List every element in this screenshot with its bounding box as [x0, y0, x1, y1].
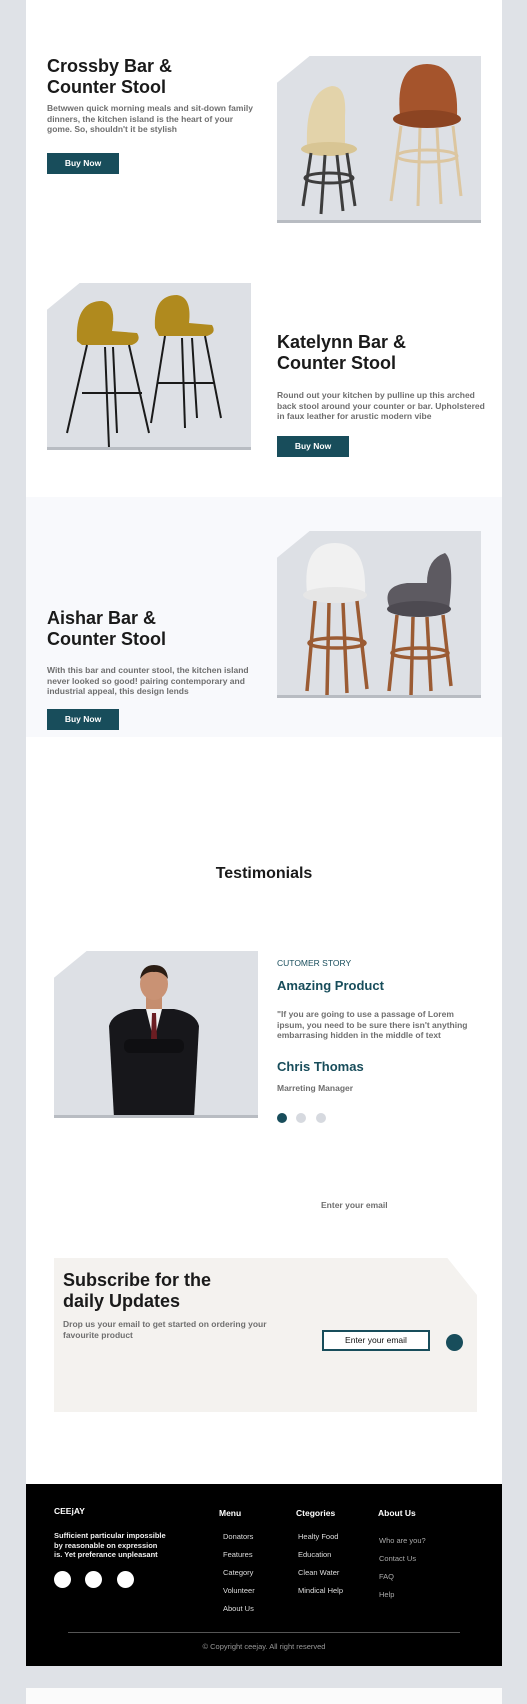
footer-cat-mindical-help[interactable]: Mindical Help [298, 1586, 343, 1595]
footer: CEEjAY Sufficient particular impossible … [26, 1484, 502, 1666]
testimonials-heading: Testimonials [215, 865, 313, 882]
product-description: Round out your kitchen by pulline up thi… [277, 390, 485, 421]
footer-cat-healty-food[interactable]: Healty Food [298, 1532, 338, 1541]
product-title-line1: Crossby Bar & [47, 56, 173, 76]
product-title: Katelynn Bar & Counter Stool [277, 332, 487, 374]
submit-circle-button[interactable] [446, 1334, 463, 1351]
social-icon-2[interactable] [85, 1571, 103, 1588]
copyright-text: Copyright ceejay. All right reserved [210, 1642, 326, 1651]
footer-menu-category[interactable]: Category [223, 1568, 253, 1577]
product-description: With this bar and counter stool, the kit… [47, 665, 249, 696]
footer-categories-title: Ctegories [296, 1508, 336, 1518]
footer-menu-volunteer[interactable]: Volunteer [223, 1586, 255, 1595]
email-input[interactable]: Enter your email [322, 1330, 430, 1351]
footer-about-help[interactable]: Help [379, 1590, 394, 1599]
subscribe-card: Subscribe for the daily Updates Drop us … [54, 1258, 477, 1412]
stool-pair-image [66, 295, 222, 447]
bottom-strip [26, 1688, 502, 1704]
pagination-dot-1[interactable] [277, 1113, 287, 1123]
footer-about-contact[interactable]: Contact Us [379, 1554, 416, 1563]
footer-brand: CEEjAY [54, 1506, 85, 1516]
testimonial-eyebrow: CUTOMER STORY [277, 958, 352, 968]
product-title: Aishar Bar & Counter Stool [47, 608, 247, 650]
social-icons [54, 1571, 134, 1593]
buy-now-button[interactable]: Buy Now [47, 709, 119, 730]
pagination-dot-2[interactable] [296, 1113, 307, 1123]
stool-pair-image [303, 543, 453, 695]
footer-menu-about-us[interactable]: About Us [223, 1604, 254, 1613]
product-title-line2: Counter Stool [277, 353, 396, 373]
footer-copyright: © Copyright ceejay. All right reserved [26, 1642, 502, 1651]
footer-about-title: About Us [378, 1508, 416, 1518]
pagination-dot-3[interactable] [315, 1113, 326, 1123]
product-title-line1: Katelynn Bar & [277, 332, 407, 352]
footer-divider [68, 1632, 460, 1633]
copyright-icon: © [202, 1642, 209, 1651]
product-section-katelynn: Katelynn Bar & Counter Stool Round out y… [26, 250, 502, 497]
product-title: Crossby Bar & Counter Stool [47, 56, 247, 98]
buy-now-button[interactable]: Buy Now [277, 436, 349, 457]
testimonial-name: Chris Thomas [277, 1059, 364, 1074]
subscribe-title: Subscribe for the daily Updates [63, 1270, 303, 1312]
footer-about-faq[interactable]: FAQ [379, 1572, 394, 1581]
product-image [277, 531, 481, 698]
testimonial-quote: "If you are going to use a passage of Lo… [277, 1009, 468, 1040]
product-image [47, 283, 251, 450]
product-description: Betwwen quick morning meals and sit-down… [47, 103, 253, 134]
subscribe-title-line2: daily Updates [63, 1291, 181, 1311]
footer-menu-donators[interactable]: Donators [223, 1532, 253, 1541]
product-title-line1: Aishar Bar & [47, 608, 157, 628]
stool-pair-image [301, 64, 463, 215]
footer-tagline: Sufficient particular impossible by reas… [54, 1531, 166, 1559]
testimonial-photo [54, 951, 258, 1118]
floating-email-label: Enter your email [321, 1200, 388, 1210]
footer-about-who[interactable]: Who are you? [379, 1536, 426, 1545]
product-title-line2: Counter Stool [47, 629, 166, 649]
footer-menu-title: Menu [219, 1508, 242, 1518]
buy-now-button[interactable]: Buy Now [47, 153, 119, 174]
product-title-line2: Counter Stool [47, 77, 166, 97]
testimonial-role: Marreting Manager [277, 1083, 354, 1093]
product-section-crossby: Crossby Bar & Counter Stool Betwwen quic… [26, 0, 502, 250]
testimonial-pagination [277, 1110, 331, 1128]
product-section-aishar: Aishar Bar & Counter Stool With this bar… [26, 497, 502, 737]
email-input-placeholder: Enter your email [345, 1335, 407, 1345]
footer-menu-features[interactable]: Features [223, 1550, 253, 1559]
product-image [277, 56, 481, 223]
subscribe-title-line1: Subscribe for the [63, 1270, 212, 1290]
social-icon-1[interactable] [54, 1571, 71, 1588]
subscribe-description: Drop us your email to get started on ord… [63, 1319, 267, 1340]
footer-cat-education[interactable]: Education [298, 1550, 331, 1559]
page: Crossby Bar & Counter Stool Betwwen quic… [26, 0, 502, 1666]
footer-cat-clean-water[interactable]: Clean Water [298, 1568, 339, 1577]
testimonial-title: Amazing Product [277, 978, 384, 993]
person-photo [109, 965, 199, 1115]
social-icon-3[interactable] [116, 1571, 134, 1588]
